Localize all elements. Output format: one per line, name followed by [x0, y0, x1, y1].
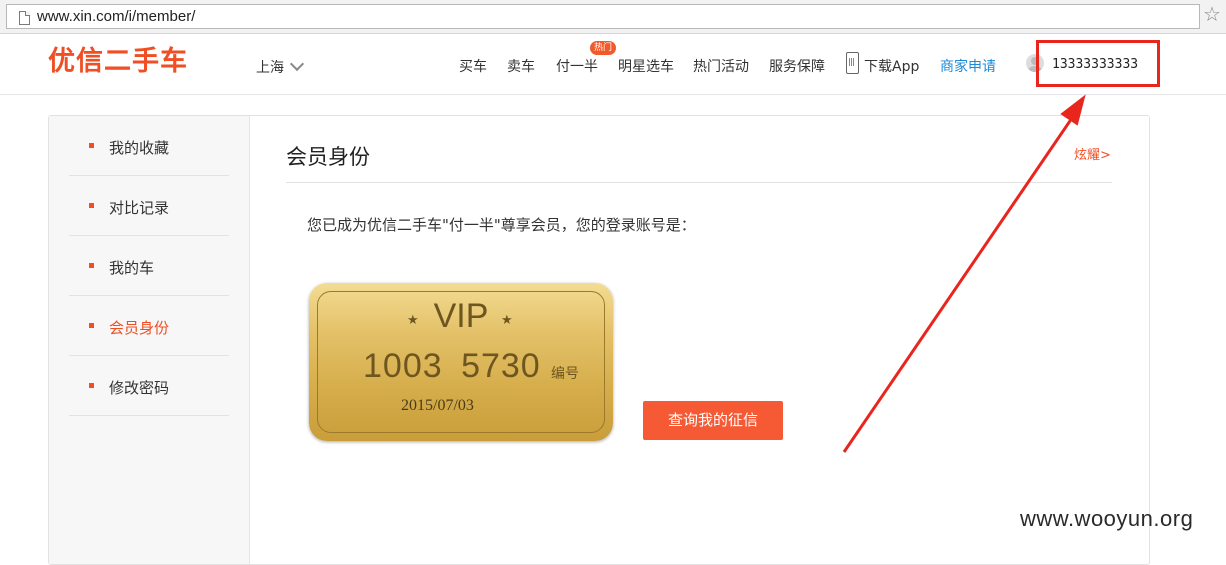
annotation-arrow-icon: [842, 94, 1086, 453]
watermark: www.wooyun.org: [1020, 506, 1194, 531]
